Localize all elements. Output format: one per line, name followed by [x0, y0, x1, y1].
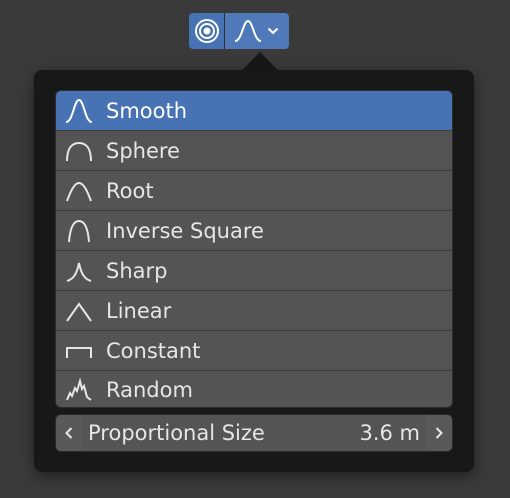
proportional-size-body[interactable]: Proportional Size 3.6 m	[82, 415, 426, 451]
falloff-item-label: Sphere	[106, 138, 180, 163]
proportional-editing-icon	[194, 19, 219, 43]
chevron-right-icon	[435, 427, 443, 439]
falloff-item-label: Constant	[106, 338, 201, 363]
falloff-menu: Smooth Sphere Root Inverse Square Sharp …	[55, 90, 453, 408]
root-falloff-icon	[56, 177, 102, 205]
falloff-dropdown-button[interactable]	[225, 13, 289, 49]
falloff-item-label: Root	[106, 178, 154, 203]
smooth-falloff-icon	[56, 97, 102, 125]
constant-falloff-icon	[56, 337, 102, 365]
increment-button[interactable]	[426, 415, 452, 451]
falloff-item-smooth[interactable]: Smooth	[56, 91, 452, 131]
proportional-editing-toggle[interactable]	[189, 13, 225, 49]
falloff-item-root[interactable]: Root	[56, 171, 452, 211]
proportional-editing-header	[189, 13, 289, 49]
falloff-item-label: Linear	[106, 298, 172, 323]
proportional-size-field[interactable]: Proportional Size 3.6 m	[55, 414, 453, 452]
falloff-item-label: Smooth	[106, 98, 188, 123]
falloff-item-label: Inverse Square	[106, 218, 264, 243]
falloff-item-constant[interactable]: Constant	[56, 331, 452, 371]
sphere-falloff-icon	[56, 137, 102, 165]
falloff-item-label: Random	[106, 378, 193, 402]
inverse-square-falloff-icon	[56, 217, 102, 245]
falloff-item-inverse-square[interactable]: Inverse Square	[56, 211, 452, 251]
proportional-size-label: Proportional Size	[88, 421, 265, 445]
smooth-falloff-icon	[234, 19, 262, 42]
chevron-left-icon	[65, 427, 73, 439]
proportional-size-value: 3.6 m	[359, 421, 420, 445]
random-falloff-icon	[56, 376, 102, 404]
linear-falloff-icon	[56, 297, 102, 325]
sharp-falloff-icon	[56, 257, 102, 285]
viewport-background: Smooth Sphere Root Inverse Square Sharp …	[0, 0, 510, 498]
falloff-item-sphere[interactable]: Sphere	[56, 131, 452, 171]
falloff-item-linear[interactable]: Linear	[56, 291, 452, 331]
decrement-button[interactable]	[56, 415, 82, 451]
chevron-down-icon	[267, 27, 279, 35]
falloff-item-sharp[interactable]: Sharp	[56, 251, 452, 291]
falloff-item-random[interactable]: Random	[56, 371, 452, 407]
falloff-item-label: Sharp	[106, 258, 168, 283]
popup-pointer	[242, 52, 278, 70]
